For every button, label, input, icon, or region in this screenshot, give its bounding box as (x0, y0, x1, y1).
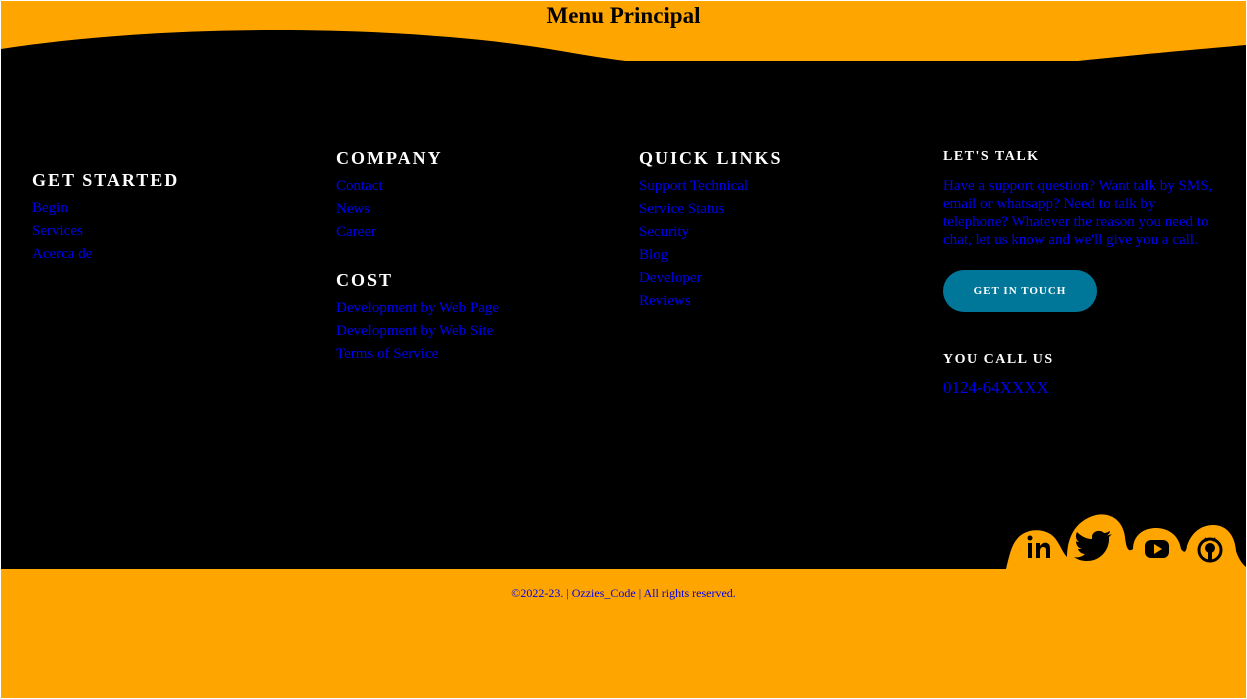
copyright-prefix: ©2022-23. | (511, 586, 572, 600)
youtube-icon[interactable] (1145, 540, 1169, 558)
copyright-suffix: | All rights reserved. (635, 586, 736, 600)
copyright: ©2022-23. | Ozzies_Code | All rights res… (1, 586, 1246, 601)
page: Menu Principal GET STARTED Begin Service… (1, 1, 1246, 698)
copyright-brand-link[interactable]: Ozzies_Code (572, 586, 636, 600)
